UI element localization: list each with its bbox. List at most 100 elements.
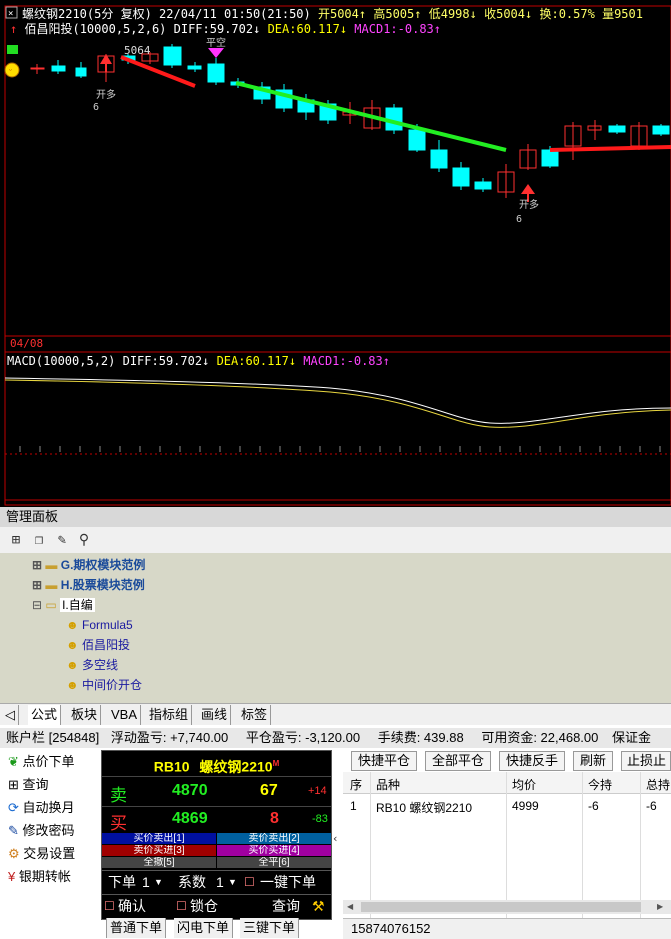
btn-buy-at-bid[interactable]: 买价买进[4] (217, 845, 331, 856)
sell-arrow (208, 48, 224, 58)
macd1-value: MACD1:-0.83 (354, 22, 434, 36)
menu-trade-settings[interactable]: ⚙ 交易设置 (8, 843, 75, 865)
tab-three-key-order[interactable]: 三键下单 (240, 918, 300, 938)
tab-indicator-group[interactable]: 指标组 (146, 705, 193, 725)
btn-cancel-all[interactable]: 全撤[5] (102, 857, 216, 868)
contract-header: RB10 螺纹钢2210M (102, 751, 331, 777)
svg-text:ᵕ: ᵕ (8, 66, 13, 75)
tab-tags[interactable]: 标签 (238, 705, 272, 725)
tree-item-g[interactable]: ⊞ ▬ G.期权模块范例 (32, 555, 145, 575)
confirm-checkbox[interactable]: ☐ (104, 895, 115, 917)
tree-item-h[interactable]: ⊞ ▬ H.股票模块范例 (32, 575, 145, 595)
volume: 量9501 (602, 7, 643, 21)
buy-price[interactable]: 4869 (172, 810, 208, 828)
macd-histogram (19, 446, 661, 452)
chart-header-row1: 螺纹钢2210(5分 复权) 22/04/11 01:50(21:50) 开50… (22, 7, 643, 21)
sell-price[interactable]: 4870 (172, 782, 208, 800)
btn-quick-close[interactable]: 快捷平仓 (351, 751, 417, 771)
btn-stop-loss[interactable]: 止损止 (621, 751, 671, 771)
tab-formula[interactable]: 公式 (28, 705, 62, 725)
btn-buy-at-ask[interactable]: 卖价买进[3] (102, 845, 216, 856)
btn-quick-reverse[interactable]: 快捷反手 (499, 751, 565, 771)
cell-symbol: RB10 螺纹钢2210 (376, 801, 473, 815)
contract-month: 2210 (241, 758, 273, 775)
oneclick-label: 一键下单 (260, 874, 316, 890)
query-button[interactable]: 查询 (272, 895, 300, 917)
lock-icon (7, 45, 18, 54)
buy-arrow-2 (521, 184, 535, 194)
high-price: 高5005 (373, 7, 415, 21)
smiley-icon: ☻ (66, 678, 79, 692)
contract-name: 螺纹钢 (199, 758, 242, 775)
status-bar: 15874076152 (343, 918, 671, 939)
scroll-right-icon[interactable]: ▶ (657, 902, 667, 912)
tab-scroll-left[interactable]: ◁ (2, 705, 19, 725)
menu-bank-transfer[interactable]: ¥ 银期转帐 (8, 866, 71, 888)
scroll-left-icon[interactable]: ◀ (347, 902, 357, 912)
btn-sell-at-ask[interactable]: 卖价卖出[2] (217, 833, 331, 844)
search-icon[interactable]: ⚲ (76, 532, 92, 548)
tab-drawing[interactable]: 画线 (198, 705, 232, 725)
kline-chart-svg[interactable]: 开多 6 平空 开多 6 5064 04/08 × ᵕ (0, 0, 671, 507)
contract-badge: M (272, 759, 280, 768)
table-row[interactable]: 1 RB10 螺纹钢2210 4999 -6 -6 (343, 796, 671, 816)
btn-close-all[interactable]: 全平[6] (217, 857, 331, 868)
menu-price-order[interactable]: ❦ 点价下单 (8, 751, 75, 773)
expand-icon[interactable]: ⊞ (32, 578, 45, 592)
plus-box-icon: ⊞ (8, 777, 19, 792)
tree-item-zhongjian[interactable]: ☻ 中间价开仓 (66, 675, 142, 695)
coef-value[interactable]: 1 (216, 871, 224, 893)
cell-avg-price: 4999 (512, 799, 539, 813)
fee: 手续费: 439.88 (377, 730, 464, 745)
tab-flash-order[interactable]: 闪电下单 (174, 918, 234, 938)
macd-dea: DEA:60.117 (216, 354, 289, 368)
collapse-icon[interactable]: ⊟ (32, 598, 45, 612)
tree-item-baichang[interactable]: ☻ 佰昌阳投 (66, 635, 130, 655)
positions-table: 序 品种 均价 今持 总持 1 RB10 螺纹钢2210 4999 -6 -6 … (343, 772, 671, 918)
col-avg-price: 均价 (512, 778, 537, 792)
tree-item-i[interactable]: ⊟ ▭ I.自编 (32, 595, 95, 615)
date-label: 04/08 (10, 337, 43, 350)
kline-chart[interactable]: 开多 6 平空 开多 6 5064 04/08 × ᵕ (0, 0, 671, 507)
qty-dropdown-icon[interactable]: ▼ (154, 871, 163, 893)
hammer-icon[interactable]: ⚒ (312, 895, 325, 917)
lock-checkbox[interactable]: ☐ (176, 895, 187, 917)
oneclick-checkbox[interactable]: ☐ (244, 871, 255, 893)
available-funds: 可用资金: 22,468.00 (481, 730, 599, 745)
expand-icon[interactable]: ⊞ (32, 558, 45, 572)
qty-row: 下单 1 ▼ 系数 1 ▼ ☐ 一键下单 (102, 870, 331, 894)
collapse-arrow-icon[interactable]: ‹ (332, 832, 342, 852)
scroll-thumb[interactable] (361, 902, 641, 912)
edit-icon[interactable]: ✎ (54, 532, 70, 548)
copy-icon[interactable]: ❐ (31, 532, 47, 548)
qty-value[interactable]: 1 (142, 871, 150, 893)
confirm-label: 确认 (118, 898, 146, 914)
buy-row[interactable]: 买 4869 8 -83 (102, 806, 331, 833)
tab-normal-order[interactable]: 普通下单 (106, 918, 167, 938)
menu-change-password[interactable]: ✎ 修改密码 (8, 820, 75, 842)
smiley-icon: ☻ (66, 638, 79, 652)
btn-refresh[interactable]: 刷新 (573, 751, 613, 771)
tree-item-formula5[interactable]: ☻ Formula5 (66, 615, 133, 635)
btn-close-all-positions[interactable]: 全部平仓 (425, 751, 491, 771)
btn-sell-at-bid[interactable]: 买价卖出[1] (102, 833, 216, 844)
panel-tabs: ◁ 公式 板块 VBA 指标组 画线 标签 (0, 703, 671, 725)
open-price: 开5004 (317, 7, 359, 21)
menu-query[interactable]: ⊞ 查询 (8, 774, 49, 796)
sell-row[interactable]: 卖 4870 67 +14 (102, 779, 331, 805)
new-icon[interactable]: ⊞ (8, 532, 24, 548)
contract-code: RB10 (153, 758, 190, 775)
qty-label: 下单 (108, 874, 136, 890)
horizontal-scrollbar[interactable]: ◀ ▶ (343, 900, 671, 914)
coef-dropdown-icon[interactable]: ▼ (228, 871, 237, 893)
tab-vba[interactable]: VBA (108, 705, 142, 725)
symbol-line: 螺纹钢2210(5分 复权) 22/04/11 01:50(21:50) (22, 7, 311, 21)
close-pl: 平仓盈亏: -3,120.00 (245, 730, 361, 745)
macd-header: MACD(10000,5,2) DIFF:59.702↓ DEA:60.117↓… (7, 354, 390, 368)
diff-value: DIFF:59.702 (173, 22, 254, 36)
indicator-name: 佰昌阳投(10000,5,2,6) (24, 22, 167, 36)
formula-tree[interactable]: ⊞ ▬ G.期权模块范例 ⊞ ▬ H.股票模块范例 ⊟ ▭ I.自编 ☻ For… (0, 553, 671, 703)
menu-auto-roll[interactable]: ⟳ 自动换月 (8, 797, 75, 819)
tab-block[interactable]: 板块 (68, 705, 102, 725)
tree-item-duokong[interactable]: ☻ 多空线 (66, 655, 118, 675)
